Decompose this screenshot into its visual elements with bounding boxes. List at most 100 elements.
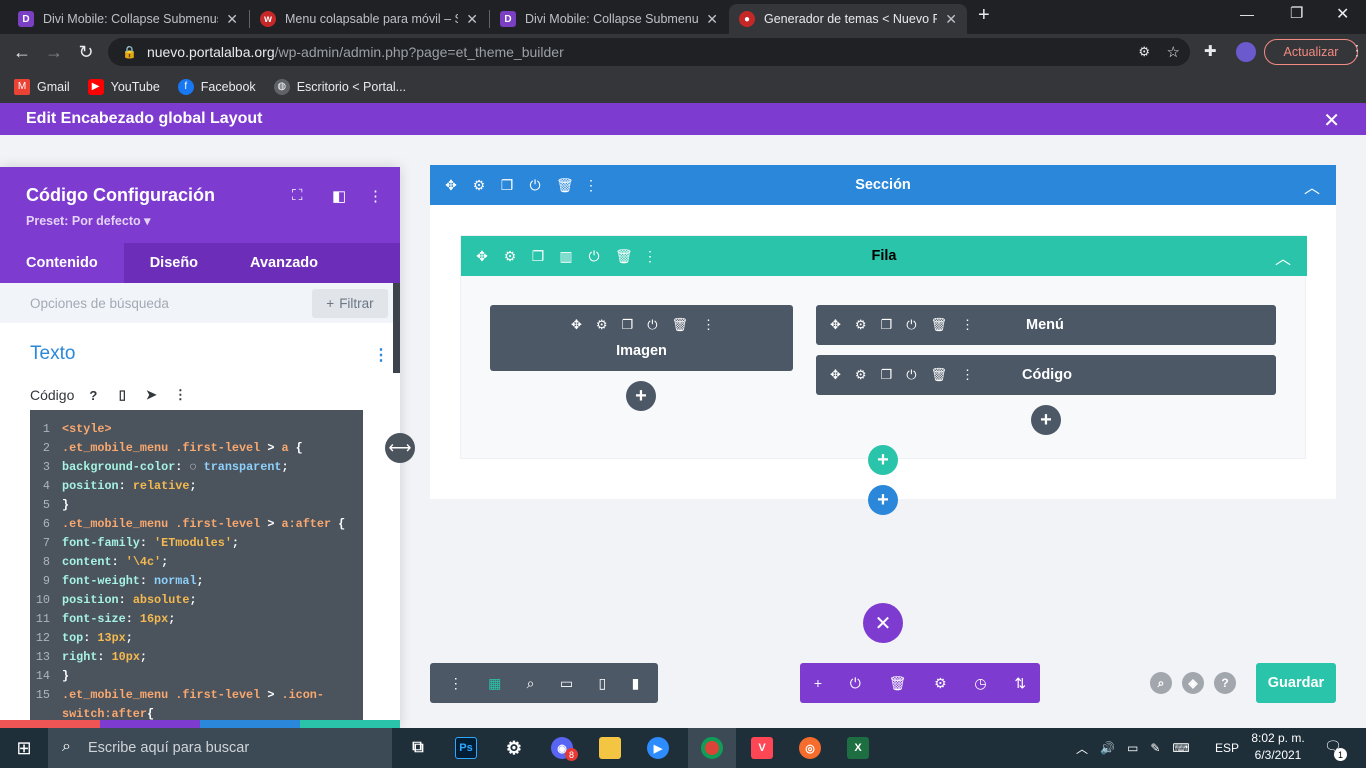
help-icon[interactable]: ? bbox=[1214, 672, 1236, 694]
split-view-icon[interactable]: ◧ bbox=[332, 187, 346, 205]
panel-more-icon[interactable]: ⋮ bbox=[368, 187, 383, 205]
field-more-icon[interactable]: ⋮ bbox=[170, 385, 190, 405]
settings-icon[interactable]: ⚙ bbox=[855, 367, 867, 383]
close-tab-icon[interactable]: ✕ bbox=[945, 11, 957, 28]
add-module-button[interactable]: + bbox=[1031, 405, 1061, 435]
settings-app-icon[interactable]: ⚙ bbox=[490, 728, 538, 768]
taskbar-search-input[interactable]: ⌕ Escribe aquí para buscar bbox=[48, 728, 392, 768]
valorant-icon[interactable]: V bbox=[738, 728, 786, 768]
site-settings-icon[interactable]: ⚙ bbox=[1138, 44, 1150, 60]
preset-selector[interactable]: Preset: Por defecto ▾ bbox=[26, 213, 150, 228]
close-layout-icon[interactable]: ✕ bbox=[1323, 108, 1340, 133]
network-icon[interactable]: ▭ bbox=[1127, 741, 1138, 755]
chevron-up-icon[interactable]: ︿ bbox=[1076, 740, 1088, 757]
add-section-button[interactable]: + bbox=[868, 485, 898, 515]
browser-tab-4-active[interactable]: ● Generador de temas < Nuevo Po ✕ bbox=[729, 4, 967, 34]
trash-icon[interactable]: 🗑 bbox=[931, 367, 948, 383]
bookmark-escritorio[interactable]: ◍ Escritorio < Portal... bbox=[273, 78, 406, 95]
volume-icon[interactable]: 🔊 bbox=[1100, 741, 1115, 755]
fullscreen-icon[interactable]: ⛶ bbox=[292, 187, 303, 204]
power-icon[interactable]: ⏻ bbox=[906, 317, 916, 333]
more-icon[interactable]: ⋮ bbox=[961, 367, 974, 383]
more-icon[interactable]: ⋮ bbox=[961, 317, 974, 333]
photoshop-icon[interactable]: Ps bbox=[442, 728, 490, 768]
extensions-icon[interactable]: ✚ bbox=[1204, 42, 1217, 60]
toggle-section-title[interactable]: Texto bbox=[30, 343, 75, 365]
add-icon[interactable]: + bbox=[814, 675, 822, 691]
chevron-up-icon[interactable]: ︿ bbox=[1275, 245, 1291, 269]
minimize-icon[interactable]: — bbox=[1240, 6, 1254, 22]
forward-icon[interactable]: → bbox=[38, 34, 70, 70]
phone-icon[interactable]: ▮ bbox=[632, 675, 640, 692]
settings-icon[interactable]: ⚙ bbox=[855, 317, 867, 333]
responsive-phone-icon[interactable]: ▯ bbox=[112, 385, 132, 405]
save-button[interactable]: Guardar bbox=[1256, 663, 1336, 703]
help-icon[interactable]: ? bbox=[83, 385, 103, 405]
move-icon[interactable]: ✥ bbox=[571, 317, 582, 333]
wireframe-icon[interactable]: ▦ bbox=[488, 675, 501, 692]
chrome-icon[interactable] bbox=[688, 728, 736, 768]
zoom-icon[interactable]: ⌕ bbox=[527, 675, 535, 692]
options-search-input[interactable]: Opciones de búsqueda + Filtrar bbox=[0, 283, 394, 323]
language-indicator[interactable]: ESP bbox=[1215, 728, 1239, 768]
zoom-app-icon[interactable]: ▶ bbox=[634, 728, 682, 768]
update-button[interactable]: Actualizar bbox=[1264, 39, 1358, 65]
resize-panel-icon[interactable]: ⟷ bbox=[385, 433, 415, 463]
hover-cursor-icon[interactable]: ➤ bbox=[141, 385, 161, 405]
pen-icon[interactable]: ✎ bbox=[1150, 741, 1160, 755]
close-tab-icon[interactable]: ✕ bbox=[706, 11, 718, 28]
tablet-icon[interactable]: ▯ bbox=[599, 675, 607, 692]
add-module-button[interactable]: + bbox=[626, 381, 656, 411]
search-icon[interactable]: ⌕ bbox=[1150, 672, 1172, 694]
panel-scrollbar[interactable] bbox=[393, 283, 400, 373]
new-tab-button[interactable]: + bbox=[978, 4, 990, 27]
layers-icon[interactable]: ◈ bbox=[1182, 672, 1204, 694]
power-icon[interactable]: ⏻ bbox=[647, 317, 657, 333]
discord-icon[interactable]: ◉ 8 bbox=[538, 728, 586, 768]
clock[interactable]: 8:02 p. m. 6/3/2021 bbox=[1250, 731, 1306, 762]
more-icon[interactable]: ⋮ bbox=[449, 675, 463, 692]
origin-icon[interactable]: ◎ bbox=[786, 728, 834, 768]
duplicate-icon[interactable]: ❐ bbox=[881, 367, 893, 383]
close-tab-icon[interactable]: ✕ bbox=[226, 11, 238, 28]
history-icon[interactable]: ◷ bbox=[974, 675, 986, 692]
duplicate-icon[interactable]: ❐ bbox=[881, 317, 893, 333]
bookmark-youtube[interactable]: ▶ YouTube bbox=[87, 78, 160, 95]
trash-icon[interactable]: 🗑 bbox=[931, 317, 948, 333]
address-bar[interactable]: 🔒 nuevo.portalalba.org /wp-admin/admin.p… bbox=[108, 38, 1190, 66]
excel-icon[interactable]: X bbox=[834, 728, 882, 768]
tab-avanzado[interactable]: Avanzado bbox=[224, 243, 344, 283]
windows-start-icon[interactable]: ⊞ bbox=[0, 728, 48, 768]
bookmark-gmail[interactable]: M Gmail bbox=[14, 78, 70, 95]
trash-icon[interactable]: 🗑 bbox=[889, 675, 907, 692]
restore-icon[interactable]: ❐ bbox=[1290, 4, 1303, 22]
bookmark-star-icon[interactable]: ☆ bbox=[1167, 43, 1180, 61]
code-editor[interactable]: 1 <style> 2 .et_mobile_menu .first-level > … bbox=[30, 410, 363, 728]
settings-icon[interactable]: ⚙ bbox=[934, 675, 947, 692]
tab-contenido[interactable]: Contenido bbox=[0, 243, 124, 283]
more-menu-icon[interactable]: ⋮ bbox=[1350, 42, 1364, 59]
trash-icon[interactable]: 🗑 bbox=[672, 317, 689, 333]
close-settings-button[interactable]: ✕ bbox=[863, 603, 903, 643]
section-more-icon[interactable]: ⋮ bbox=[373, 345, 389, 365]
tab-diseno[interactable]: Diseño bbox=[124, 243, 224, 283]
settings-icon[interactable]: ⚙ bbox=[596, 317, 608, 333]
desktop-icon[interactable]: ▭ bbox=[560, 675, 573, 692]
browser-tab-1[interactable]: D Divi Mobile: Collapse Submenus ✕ bbox=[8, 4, 248, 34]
module-codigo[interactable]: ✥ ⚙ ❐ ⏻ 🗑 ⋮ Código bbox=[816, 355, 1276, 395]
task-view-icon[interactable]: ⧉ bbox=[394, 728, 442, 768]
reload-icon[interactable]: ↻ bbox=[70, 34, 102, 70]
close-tab-icon[interactable]: ✕ bbox=[466, 11, 478, 28]
file-explorer-icon[interactable] bbox=[586, 728, 634, 768]
back-icon[interactable]: ← bbox=[6, 34, 38, 70]
window-close-icon[interactable]: ✕ bbox=[1336, 4, 1349, 24]
more-icon[interactable]: ⋮ bbox=[702, 317, 715, 333]
bookmark-facebook[interactable]: f Facebook bbox=[177, 78, 256, 95]
duplicate-icon[interactable]: ❐ bbox=[622, 317, 634, 333]
add-row-button[interactable]: + bbox=[868, 445, 898, 475]
move-icon[interactable]: ✥ bbox=[830, 317, 841, 333]
chevron-up-icon[interactable]: ︿ bbox=[1304, 174, 1320, 198]
module-imagen[interactable]: ✥ ⚙ ❐ ⏻ 🗑 ⋮ Imagen bbox=[490, 305, 793, 371]
browser-tab-3[interactable]: D Divi Mobile: Collapse Submenus ✕ bbox=[490, 4, 728, 34]
browser-tab-2[interactable]: w Menu colapsable para móvil – Sc ✕ bbox=[250, 4, 488, 34]
